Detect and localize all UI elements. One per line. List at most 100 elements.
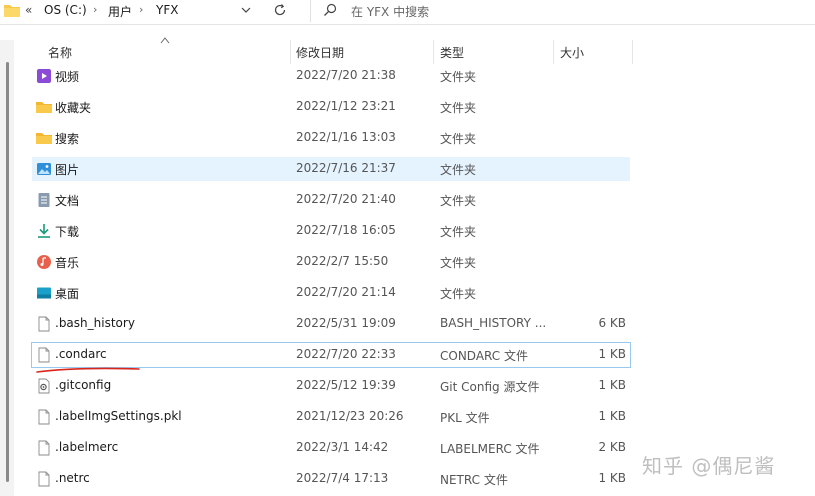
file-name: 收藏夹 — [55, 101, 92, 115]
modified-date: 2022/5/12 19:39 — [296, 378, 396, 392]
column-header-size[interactable]: 大小 — [560, 44, 584, 62]
file-name: .gitconfig — [55, 378, 112, 392]
search-icon — [324, 3, 337, 16]
file-type: Git Config 源文件 — [440, 380, 540, 394]
gear-file-icon — [38, 378, 50, 394]
file-type: CONDARC 文件 — [440, 349, 528, 363]
file-size: 1 KB — [598, 471, 626, 485]
video-folder-icon — [37, 69, 51, 83]
column-header-date[interactable]: 修改日期 — [296, 44, 344, 62]
file-type: 文件夹 — [440, 256, 477, 270]
column-header-name[interactable]: 名称 — [48, 44, 72, 62]
file-size: 2 KB — [598, 440, 626, 454]
file-icon — [38, 347, 50, 363]
file-type: 文件夹 — [440, 163, 477, 177]
file-size: 1 KB — [598, 347, 626, 361]
watermark: 知乎 @偶尼酱 — [642, 454, 776, 478]
list-item[interactable]: 文档 2022/7/20 21:40 文件夹 — [32, 188, 630, 212]
breadcrumb-drive[interactable]: OS (C:) — [44, 3, 87, 17]
documents-folder-icon — [38, 193, 50, 207]
breadcrumb-separator-icon[interactable]: › — [93, 3, 97, 16]
red-underline-annotation — [36, 367, 140, 373]
file-name: 下载 — [55, 225, 80, 239]
file-type: 文件夹 — [440, 225, 477, 239]
column-divider[interactable] — [290, 40, 291, 64]
breadcrumb-users[interactable]: 用户 — [108, 3, 132, 20]
file-name: .labelImgSettings.pkl — [55, 409, 182, 423]
modified-date: 2022/7/20 21:38 — [296, 68, 396, 82]
pictures-folder-icon — [37, 163, 51, 175]
modified-date: 2022/7/20 21:40 — [296, 192, 396, 206]
file-type: 文件夹 — [440, 132, 477, 146]
list-item[interactable]: .bash_history 2022/5/31 19:09 BASH_HISTORY… — [32, 312, 630, 336]
file-name: 视频 — [55, 70, 80, 84]
modified-date: 2022/7/20 21:14 — [296, 285, 396, 299]
modified-date: 2022/1/16 13:03 — [296, 130, 396, 144]
modified-date: 2022/7/20 22:33 — [296, 347, 396, 361]
modified-date: 2022/2/7 15:50 — [296, 254, 389, 268]
file-icon — [38, 440, 50, 456]
modified-date: 2021/12/23 20:26 — [296, 409, 404, 423]
list-item[interactable]: .netrc 2022/7/4 17:13 NETRC 文件 1 KB — [32, 467, 630, 491]
list-item[interactable]: 图片 2022/7/16 21:37 文件夹 — [32, 157, 630, 181]
list-item[interactable]: .labelImgSettings.pkl 2021/12/23 20:26 PKL… — [32, 405, 630, 429]
file-name: .labelmerc — [55, 440, 119, 454]
file-name: 图片 — [55, 163, 80, 177]
file-name: 音乐 — [55, 256, 80, 270]
sort-ascending-icon — [160, 37, 170, 44]
list-item[interactable]: 视频 2022/7/20 21:38 文件夹 — [32, 64, 630, 88]
music-folder-icon — [37, 255, 51, 269]
vertical-scrollbar[interactable] — [0, 40, 14, 496]
folder-icon — [36, 102, 52, 113]
file-name: .netrc — [55, 471, 90, 485]
file-name: 搜索 — [55, 132, 80, 146]
column-divider[interactable] — [632, 40, 633, 64]
overflow-chevron-icon[interactable]: « — [25, 3, 32, 17]
breadcrumb-yfx[interactable]: YFX — [156, 3, 178, 17]
file-name: .bash_history — [55, 316, 135, 330]
file-size: 6 KB — [598, 316, 626, 330]
list-item[interactable]: .condarc 2022/7/20 22:33 CONDARC 文件 1 KB — [31, 342, 631, 368]
file-type: BASH_HISTORY ... — [440, 316, 547, 330]
modified-date: 2022/7/4 17:13 — [296, 471, 389, 485]
file-type: 文件夹 — [440, 70, 477, 84]
list-item[interactable]: .gitconfig 2022/5/12 19:39 Git Config 源文件 1… — [32, 374, 630, 398]
list-item[interactable]: 音乐 2022/2/7 15:50 文件夹 — [32, 250, 630, 274]
file-type: PKL 文件 — [440, 411, 490, 425]
modified-date: 2022/7/18 16:05 — [296, 223, 396, 237]
file-name: .condarc — [55, 347, 107, 361]
search-input[interactable]: 在 YFX 中搜索 — [351, 3, 429, 20]
file-icon — [38, 409, 50, 425]
file-icon — [38, 316, 50, 332]
folder-icon — [36, 133, 52, 144]
file-type: 文件夹 — [440, 194, 477, 208]
list-item[interactable]: 桌面 2022/7/20 21:14 文件夹 — [32, 281, 630, 305]
scrollbar-thumb[interactable] — [6, 62, 9, 482]
modified-date: 2022/7/16 21:37 — [296, 161, 396, 175]
file-type: NETRC 文件 — [440, 473, 508, 487]
file-size: 1 KB — [598, 378, 626, 392]
search-box[interactable]: 在 YFX 中搜索 — [310, 0, 815, 22]
file-size: 1 KB — [598, 409, 626, 423]
file-type: 文件夹 — [440, 287, 477, 301]
modified-date: 2022/5/31 19:09 — [296, 316, 396, 330]
file-type: LABELMERC 文件 — [440, 442, 540, 456]
breadcrumb-separator-icon[interactable]: › — [139, 3, 143, 16]
list-item[interactable]: 下载 2022/7/18 16:05 文件夹 — [32, 219, 630, 243]
column-divider[interactable] — [433, 40, 434, 64]
chevron-down-icon[interactable] — [240, 4, 252, 16]
desktop-folder-icon — [37, 287, 51, 299]
refresh-icon[interactable] — [272, 2, 288, 18]
file-icon — [38, 471, 50, 487]
column-header-type[interactable]: 类型 — [440, 44, 464, 62]
address-bar: « OS (C:) › 用户 › YFX 在 YFX 中搜索 — [0, 0, 815, 25]
list-item[interactable]: .labelmerc 2022/3/1 14:42 LABELMERC 文件 2 KB — [32, 436, 630, 460]
file-type: 文件夹 — [440, 101, 477, 115]
file-name: 文档 — [55, 194, 80, 208]
file-name: 桌面 — [55, 287, 80, 301]
folder-icon — [4, 5, 20, 17]
column-divider[interactable] — [553, 40, 554, 64]
list-item[interactable]: 收藏夹 2022/1/12 23:21 文件夹 — [32, 95, 630, 119]
modified-date: 2022/1/12 23:21 — [296, 99, 396, 113]
list-item[interactable]: 搜索 2022/1/16 13:03 文件夹 — [32, 126, 630, 150]
